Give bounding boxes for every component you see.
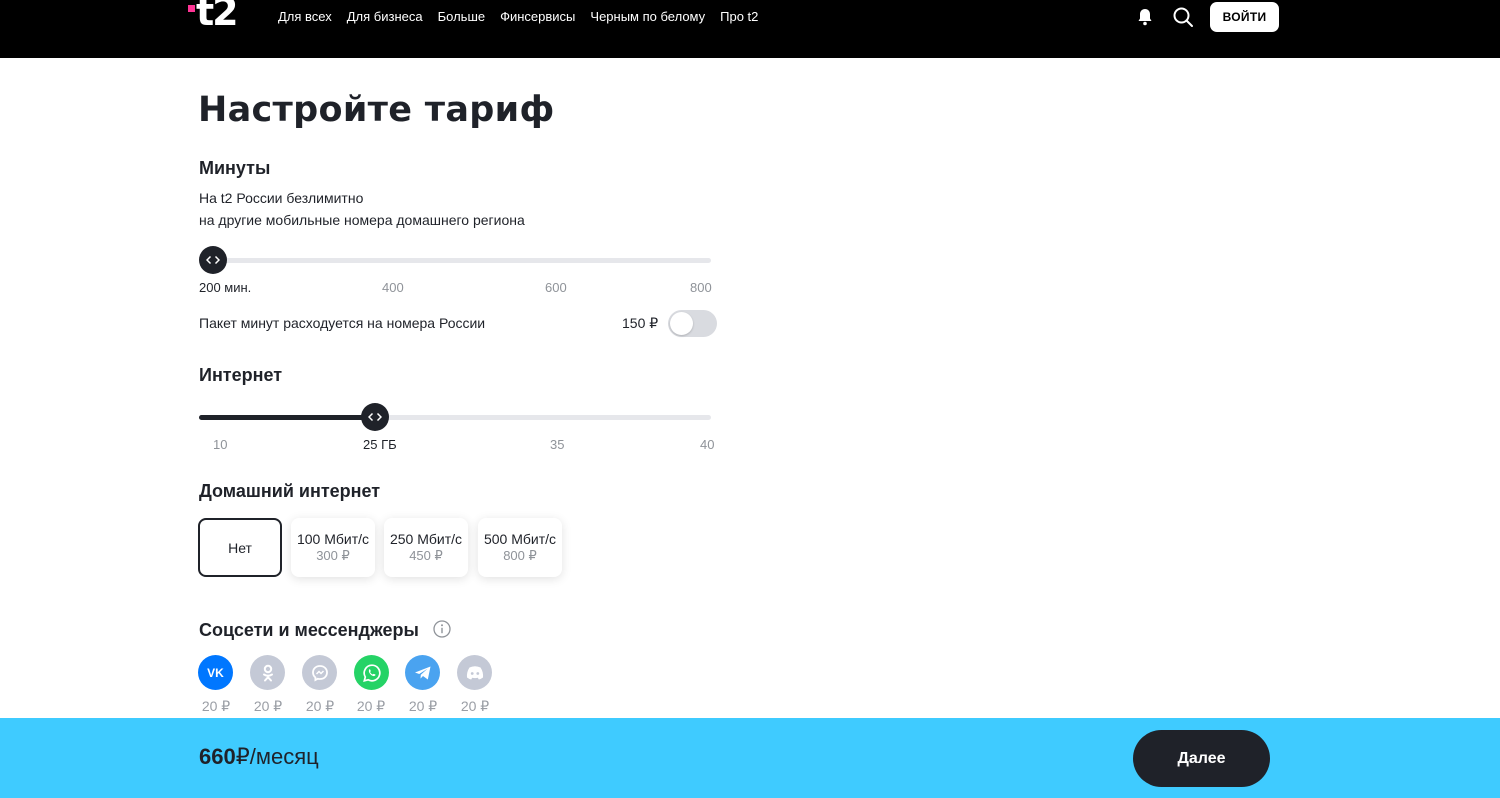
toggle-knob <box>670 312 693 335</box>
social-title: Соцсети и мессенджеры <box>199 620 419 640</box>
odnoklassniki-icon[interactable] <box>250 655 285 690</box>
home-internet-title: Домашний интернет <box>199 481 381 501</box>
internet-tick-25[interactable]: 25 ГБ <box>363 437 397 452</box>
nav-item-business[interactable]: Для бизнеса <box>347 9 423 25</box>
nav-item-for-all[interactable]: Для всех <box>278 9 332 25</box>
option-name: Нет <box>228 539 252 556</box>
minutes-description-line2: на другие мобильные номера домашнего рег… <box>199 212 525 228</box>
nav-item-more[interactable]: Больше <box>438 9 486 25</box>
main-nav: Для всех Для бизнеса Больше Финсервисы Ч… <box>278 9 773 25</box>
option-price: 300 ₽ <box>316 548 350 563</box>
internet-slider-fill <box>199 415 377 420</box>
nav-item-finservices[interactable]: Финсервисы <box>500 9 575 25</box>
next-button[interactable]: Далее <box>1133 730 1270 787</box>
drag-arrows-icon <box>206 255 220 265</box>
minutes-description-line1: На t2 России безлимитно <box>199 190 364 206</box>
home-internet-option-500[interactable]: 500 Мбит/с 800 ₽ <box>478 518 562 577</box>
logo-accent-dot <box>188 5 195 12</box>
whatsapp-price: 20 ₽ <box>356 698 386 714</box>
option-name: 250 Мбит/с <box>389 531 463 547</box>
nav-item-black-on-white[interactable]: Черным по белому <box>590 9 705 25</box>
nav-item-about[interactable]: Про t2 <box>720 9 758 25</box>
option-price: 800 ₽ <box>503 548 537 563</box>
option-name: 100 Мбит/с <box>296 531 370 547</box>
minutes-package-label: Пакет минут расходуется на номера России <box>199 315 486 331</box>
top-navigation-bar: t2 Для всех Для бизнеса Больше Финсервис… <box>0 0 1500 58</box>
notification-bell-icon[interactable] <box>1135 7 1155 27</box>
whatsapp-icon[interactable] <box>354 655 389 690</box>
price-footer-bar: 660₽/месяц Далее <box>0 718 1500 798</box>
info-icon[interactable] <box>433 620 451 638</box>
minutes-tick-200[interactable]: 200 мин. <box>199 280 251 295</box>
messenger-icon[interactable] <box>302 655 337 690</box>
minutes-title: Минуты <box>199 158 271 178</box>
discord-icon[interactable] <box>457 655 492 690</box>
internet-tick-10[interactable]: 10 <box>213 437 227 452</box>
home-internet-option-none[interactable]: Нет <box>198 518 282 577</box>
home-internet-option-250[interactable]: 250 Мбит/с 450 ₽ <box>384 518 468 577</box>
option-price: 450 ₽ <box>409 548 443 563</box>
messenger-price: 20 ₽ <box>305 698 335 714</box>
internet-tick-35[interactable]: 35 <box>550 437 564 452</box>
internet-tick-40[interactable]: 40 <box>700 437 714 452</box>
total-price-unit: ₽/месяц <box>235 744 319 769</box>
minutes-package-price: 150 ₽ <box>622 315 659 331</box>
discord-price: 20 ₽ <box>460 698 490 714</box>
telegram-price: 20 ₽ <box>408 698 438 714</box>
page-title: Настройте тариф <box>198 90 555 130</box>
home-internet-option-100[interactable]: 100 Мбит/с 300 ₽ <box>291 518 375 577</box>
total-price-value: 660 <box>199 744 236 769</box>
search-icon[interactable] <box>1172 6 1194 28</box>
minutes-tick-400[interactable]: 400 <box>382 280 404 295</box>
vk-icon[interactable]: VK <box>198 655 233 690</box>
t2-logo[interactable]: t2 <box>188 0 248 40</box>
vk-price: 20 ₽ <box>201 698 231 714</box>
internet-slider-thumb[interactable] <box>361 403 389 431</box>
minutes-tick-800[interactable]: 800 <box>690 280 712 295</box>
minutes-slider-track[interactable] <box>199 258 711 263</box>
telegram-icon[interactable] <box>405 655 440 690</box>
drag-arrows-icon <box>368 412 382 422</box>
internet-title: Интернет <box>199 365 283 385</box>
odnoklassniki-price: 20 ₽ <box>253 698 283 714</box>
logo-text: t2 <box>196 0 239 34</box>
option-name: 500 Мбит/с <box>483 531 557 547</box>
login-button[interactable]: ВОЙТИ <box>1210 2 1279 32</box>
minutes-tick-600[interactable]: 600 <box>545 280 567 295</box>
minutes-slider-thumb[interactable] <box>199 246 227 274</box>
monthly-total: 660₽/месяц <box>199 744 319 770</box>
minutes-package-toggle[interactable] <box>668 310 717 337</box>
